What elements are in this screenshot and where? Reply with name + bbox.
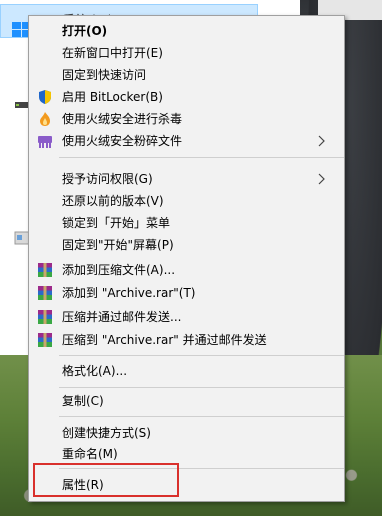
menu-item-compress-email-label: 压缩并通过邮件发送... [62,310,182,324]
menu-item-restore-previous[interactable]: 还原以前的版本(V) [31,190,342,212]
menu-item-compress-email[interactable]: 压缩并通过邮件发送... [31,306,342,328]
menu-item-rename[interactable]: 重命名(M) [31,443,342,465]
menu-item-copy-label: 复制(C) [62,394,104,408]
menu-item-open-new-window[interactable]: 在新窗口中打开(E) [31,42,342,64]
menu-item-pin-quick-access-label: 固定到快速访问 [62,68,147,82]
menu-item-format-label: 格式化(A)... [62,364,128,378]
winrar-icon [36,308,54,326]
menu-item-open-label: 打开(O) [62,24,108,38]
menu-item-pin-quick-access[interactable]: 固定到快速访问 [31,64,342,86]
properties-highlight-box [33,463,179,497]
menu-item-pin-start-menu[interactable]: 锁定到「开始」菜单 [31,212,342,234]
winrar-icon [36,261,54,279]
menu-item-add-to-archive-rar[interactable]: 添加到 "Archive.rar"(T) [31,282,342,304]
menu-item-format[interactable]: 格式化(A)... [31,360,342,382]
menu-item-restore-previous-label: 还原以前的版本(V) [62,194,164,208]
winrar-icon [36,284,54,302]
menu-separator [59,416,344,417]
menu-item-open[interactable]: 打开(O) [31,20,342,42]
menu-item-copy[interactable]: 复制(C) [31,390,342,412]
menu-item-huorong-scan[interactable]: 使用火绒安全进行杀毒 [31,108,342,130]
menu-item-compress-rar-email[interactable]: 压缩到 "Archive.rar" 并通过邮件发送 [31,329,342,351]
menu-item-huorong-scan-label: 使用火绒安全进行杀毒 [62,112,183,126]
context-menu: 打开(O) 在新窗口中打开(E) 固定到快速访问 启用 BitLocker(B)… [28,15,345,502]
menu-item-create-shortcut-label: 创建快捷方式(S) [62,426,151,440]
menu-item-add-to-archive[interactable]: 添加到压缩文件(A)... [31,259,342,281]
menu-item-grant-access[interactable]: 授予访问权限(G) [31,168,342,190]
menu-item-huorong-shred-label: 使用火绒安全粉碎文件 [62,134,183,148]
menu-separator [59,157,344,158]
chevron-right-icon [318,135,325,147]
menu-item-pin-start-menu-label: 锁定到「开始」菜单 [62,216,171,230]
menu-item-add-to-archive-rar-label: 添加到 "Archive.rar"(T) [62,286,196,300]
menu-item-compress-rar-email-label: 压缩到 "Archive.rar" 并通过邮件发送 [62,333,267,347]
menu-separator [59,387,344,388]
menu-item-pin-start-screen[interactable]: 固定到"开始"屏幕(P) [31,234,342,256]
shield-icon [36,88,54,106]
chevron-right-icon [318,173,325,185]
menu-item-bitlocker[interactable]: 启用 BitLocker(B) [31,86,342,108]
huorong-shredder-icon [36,132,54,150]
menu-separator [59,355,344,356]
menu-item-bitlocker-label: 启用 BitLocker(B) [62,90,163,104]
huorong-flame-icon [36,110,54,128]
menu-item-rename-label: 重命名(M) [62,447,118,461]
menu-item-pin-start-screen-label: 固定到"开始"屏幕(P) [62,238,174,252]
menu-item-open-new-window-label: 在新窗口中打开(E) [62,46,163,60]
winrar-icon [36,331,54,349]
menu-item-create-shortcut[interactable]: 创建快捷方式(S) [31,422,342,444]
menu-item-grant-access-label: 授予访问权限(G) [62,172,153,186]
menu-item-huorong-shred[interactable]: 使用火绒安全粉碎文件 [31,130,342,152]
menu-item-add-to-archive-label: 添加到压缩文件(A)... [62,263,176,277]
